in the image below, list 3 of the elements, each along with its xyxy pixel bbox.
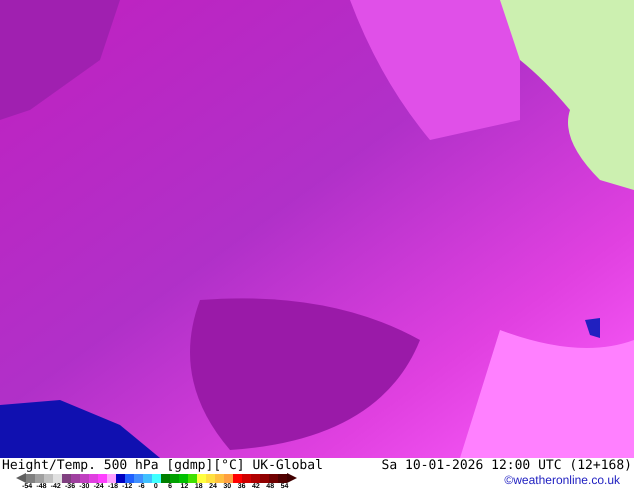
- valid-time: Sa 10-01-2026 12:00 UTC (12+168): [382, 458, 632, 473]
- map-title: Height/Temp. 500 hPa [gdmp][°C] UK-Global: [2, 458, 323, 473]
- credit-text: ©weatheronline.co.uk: [504, 473, 620, 487]
